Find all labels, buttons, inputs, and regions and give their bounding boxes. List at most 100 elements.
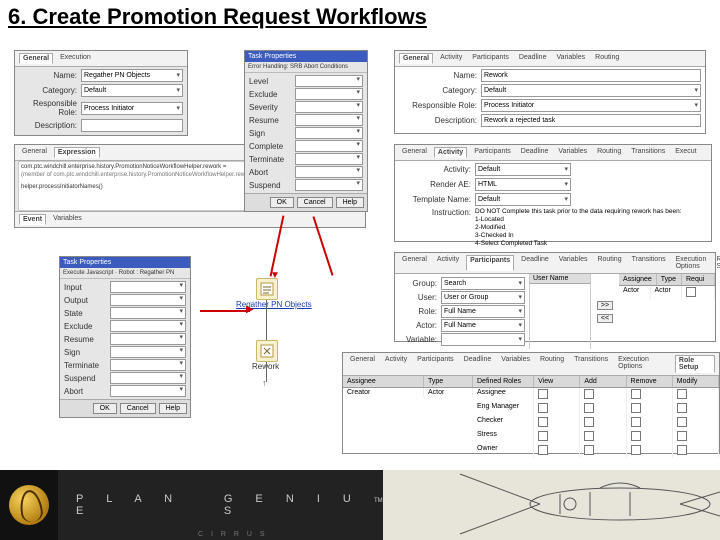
tab-role-setup[interactable]: Role Setup: [713, 255, 720, 271]
checkbox[interactable]: [584, 445, 594, 455]
checkbox[interactable]: [538, 389, 548, 399]
remove-button[interactable]: <<: [597, 314, 613, 323]
checkbox[interactable]: [677, 389, 687, 399]
resp-role-field[interactable]: Process Initiator: [481, 99, 701, 112]
checkbox[interactable]: [677, 417, 687, 427]
prop-field[interactable]: [295, 101, 363, 113]
prop-field[interactable]: [295, 179, 363, 191]
prop-field[interactable]: [110, 294, 186, 306]
checkbox[interactable]: [538, 431, 548, 441]
tab-general[interactable]: General: [399, 255, 430, 271]
ok-button[interactable]: OK: [93, 403, 117, 414]
tab-deadline[interactable]: Deadline: [518, 255, 552, 271]
name-field[interactable]: Rework: [481, 69, 701, 82]
checkbox[interactable]: [584, 403, 594, 413]
checkbox[interactable]: [584, 389, 594, 399]
prop-field[interactable]: [295, 127, 363, 139]
ok-button[interactable]: OK: [270, 197, 294, 208]
checkbox[interactable]: [538, 417, 548, 427]
tab-variables[interactable]: Variables: [498, 355, 533, 373]
checkbox[interactable]: [584, 431, 594, 441]
tab-routing[interactable]: Routing: [594, 255, 624, 271]
wf-node-regather[interactable]: [256, 278, 278, 300]
tab-transitions[interactable]: Transitions: [628, 147, 668, 158]
checkbox[interactable]: [631, 431, 641, 441]
tab-activity[interactable]: Activity: [382, 355, 410, 373]
tab-routing[interactable]: Routing: [594, 147, 624, 158]
category-field[interactable]: Default: [81, 84, 183, 97]
prop-field[interactable]: [295, 75, 363, 87]
tab-routing[interactable]: Routing: [537, 355, 567, 373]
checkbox[interactable]: [631, 389, 641, 399]
tab-activity[interactable]: Activity: [434, 147, 467, 158]
tab-variables[interactable]: Variables: [556, 255, 591, 271]
tab-exec-opts[interactable]: Execution Options: [615, 355, 671, 373]
prop-field[interactable]: [110, 385, 186, 397]
tab-execution[interactable]: Execution: [57, 53, 94, 64]
tab-participants[interactable]: Participants: [466, 255, 514, 271]
tab-general[interactable]: General: [399, 147, 430, 158]
resp-role-field[interactable]: Process Initiator: [81, 102, 183, 115]
prop-field[interactable]: [295, 114, 363, 126]
activity-field[interactable]: Default: [475, 163, 571, 176]
tab-general[interactable]: General: [399, 53, 433, 64]
help-button[interactable]: Help: [336, 197, 364, 208]
prop-field[interactable]: [295, 140, 363, 152]
checkbox[interactable]: [677, 445, 687, 455]
checkbox[interactable]: [538, 445, 548, 455]
field[interactable]: Full Name: [441, 319, 525, 332]
tab-transitions[interactable]: Transitions: [571, 355, 611, 373]
category-field[interactable]: Default: [481, 84, 701, 97]
checkbox[interactable]: [677, 431, 687, 441]
description-field[interactable]: [81, 119, 183, 132]
field[interactable]: [441, 333, 525, 346]
tab-routing[interactable]: Routing: [592, 53, 622, 64]
help-button[interactable]: Help: [159, 403, 187, 414]
cancel-button[interactable]: Cancel: [120, 403, 156, 414]
wf-node-rework[interactable]: [256, 340, 278, 362]
add-button[interactable]: >>: [597, 301, 613, 310]
tab-variables[interactable]: Variables: [553, 53, 588, 64]
prop-field[interactable]: [295, 153, 363, 165]
prop-field[interactable]: [110, 372, 186, 384]
tab-activity[interactable]: Activity: [437, 53, 465, 64]
prop-field[interactable]: [110, 281, 186, 293]
tab-participants[interactable]: Participants: [471, 147, 514, 158]
prop-field[interactable]: [110, 359, 186, 371]
render-field[interactable]: HTML: [475, 178, 571, 191]
description-field[interactable]: Rework a rejected task: [481, 114, 701, 127]
prop-field[interactable]: [110, 333, 186, 345]
checkbox[interactable]: [538, 403, 548, 413]
field[interactable]: User or Group: [441, 291, 525, 304]
tab-deadline[interactable]: Deadline: [516, 53, 550, 64]
tab-participants[interactable]: Participants: [414, 355, 457, 373]
checkbox[interactable]: [677, 403, 687, 413]
tab-exec-opts[interactable]: Execution Options: [673, 255, 710, 271]
prop-field[interactable]: [295, 166, 363, 178]
tab-event[interactable]: Event: [19, 214, 46, 225]
tab-variables[interactable]: Variables: [50, 214, 85, 225]
name-field[interactable]: Regather PN Objects: [81, 69, 183, 82]
checkbox[interactable]: [631, 403, 641, 413]
tab-transitions[interactable]: Transitions: [629, 255, 669, 271]
tab-participants[interactable]: Participants: [469, 53, 512, 64]
prop-field[interactable]: [295, 88, 363, 100]
tab-deadline[interactable]: Deadline: [518, 147, 552, 158]
field[interactable]: Search: [441, 277, 525, 290]
tab-deadline[interactable]: Deadline: [461, 355, 495, 373]
tab-general[interactable]: General: [347, 355, 378, 373]
tab-execut[interactable]: Execut: [672, 147, 699, 158]
cancel-button[interactable]: Cancel: [297, 197, 333, 208]
checkbox[interactable]: [584, 417, 594, 427]
prop-field[interactable]: [110, 346, 186, 358]
checkbox[interactable]: [686, 287, 696, 297]
prop-field[interactable]: [110, 320, 186, 332]
checkbox[interactable]: [631, 445, 641, 455]
tab-general[interactable]: General: [19, 53, 53, 64]
tab-activity[interactable]: Activity: [434, 255, 462, 271]
tab-expression[interactable]: Expression: [54, 147, 100, 158]
tab-general[interactable]: General: [19, 147, 50, 158]
prop-field[interactable]: [110, 307, 186, 319]
template-field[interactable]: Default: [475, 193, 571, 206]
checkbox[interactable]: [631, 417, 641, 427]
